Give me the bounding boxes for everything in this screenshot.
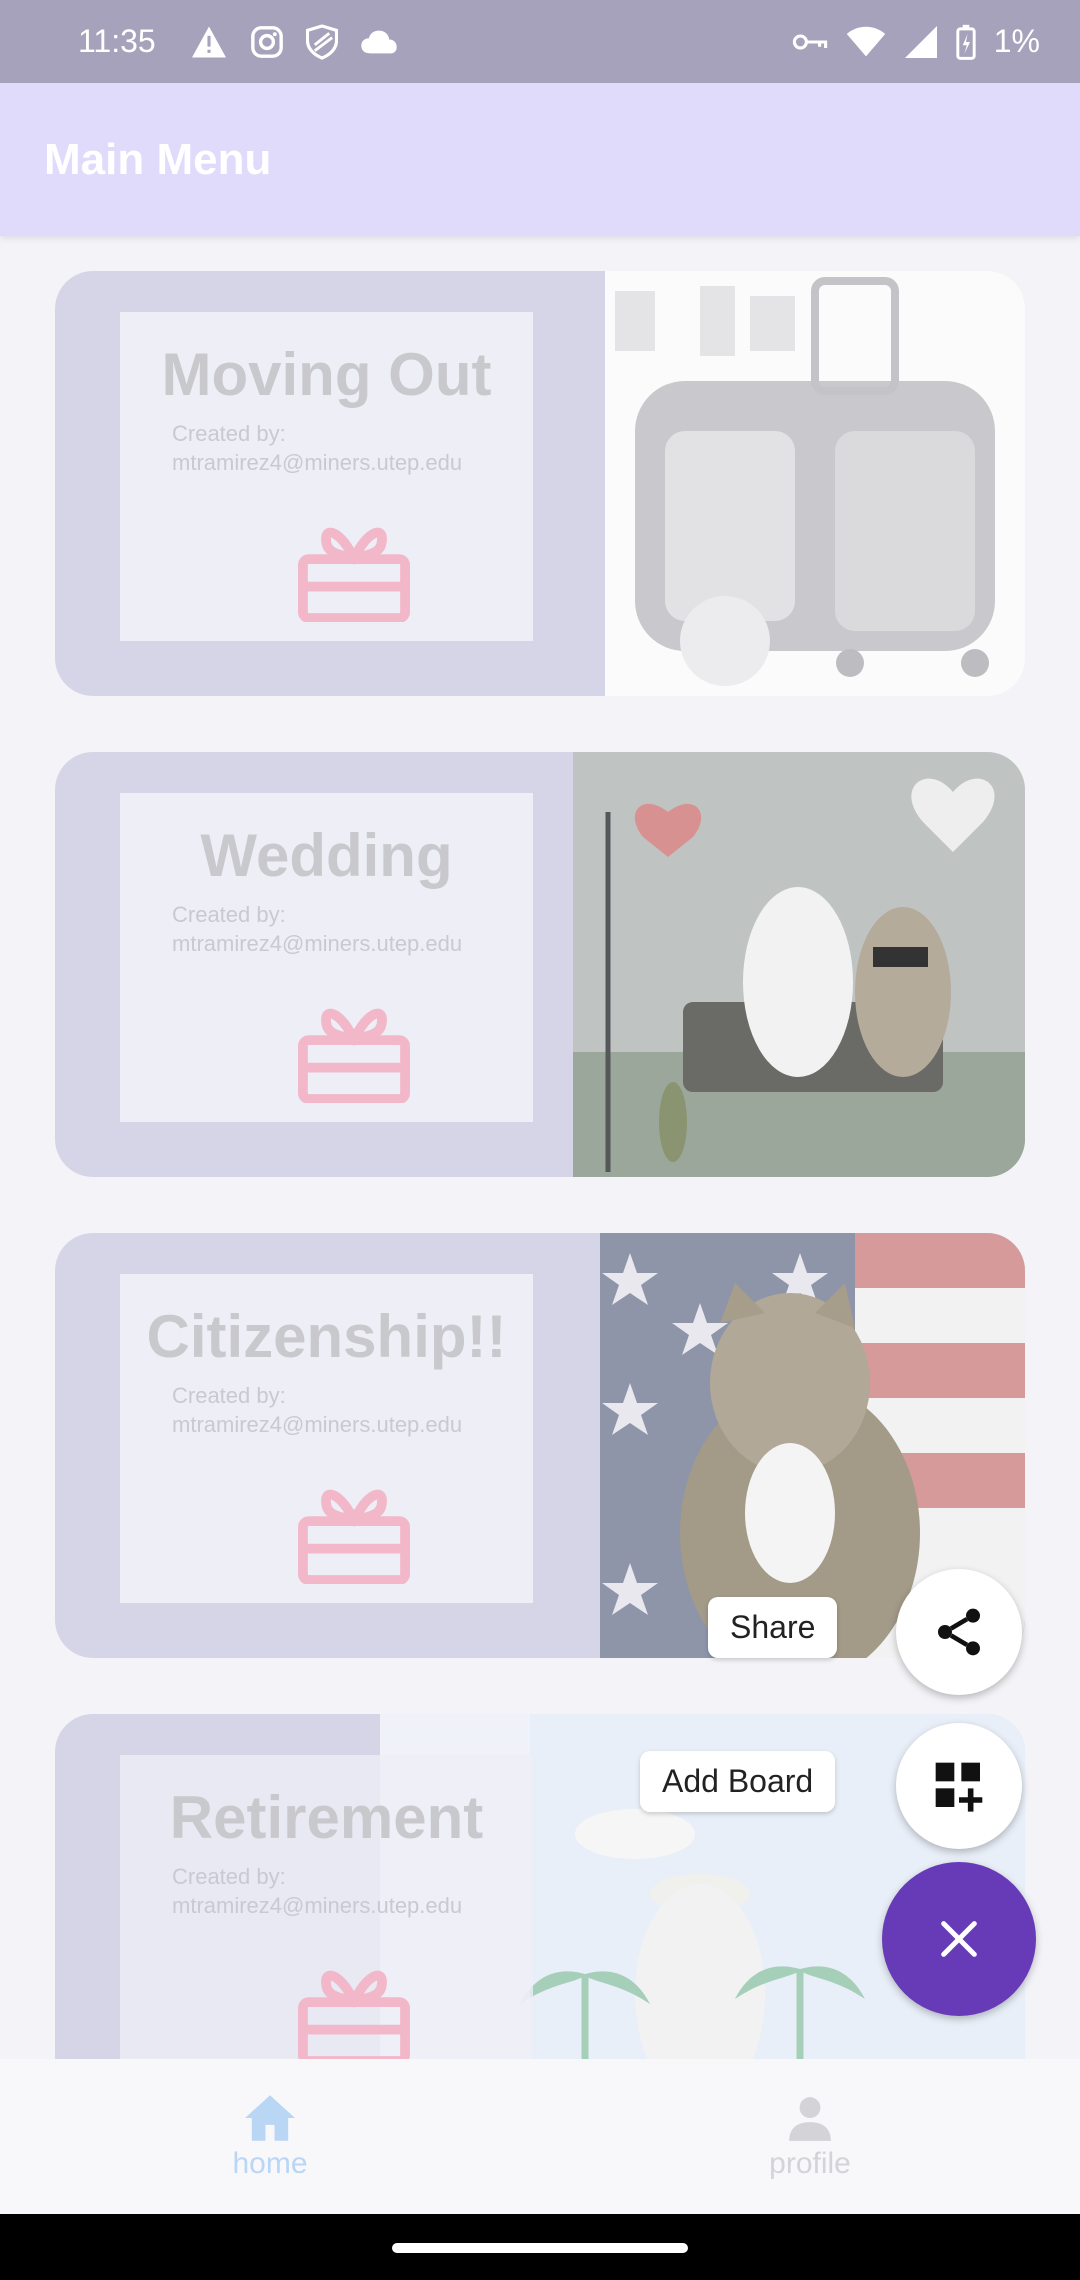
nav-label-profile: profile: [769, 2146, 851, 2180]
board-creator: Created by: mtramirez4@miners.utep.edu: [120, 1382, 533, 1439]
home-icon: [245, 2094, 295, 2141]
close-icon: [941, 1921, 977, 1957]
creator-email: mtramirez4@miners.utep.edu: [172, 930, 463, 956]
gift-icon: [298, 1970, 410, 2059]
instagram-icon: [250, 25, 283, 58]
battery-percent: 1%: [993, 23, 1040, 59]
board-card-wedding[interactable]: Wedding Created by: mtramirez4@miners.ut…: [55, 752, 1025, 1177]
nav-label-home: home: [232, 2146, 308, 2180]
board-card-info: Citizenship!! Created by: mtramirez4@min…: [120, 1274, 533, 1603]
board-creator: Created by: mtramirez4@miners.utep.edu: [120, 1863, 533, 1920]
board-card-info: Moving Out Created by: mtramirez4@miners…: [120, 312, 533, 641]
board-creator: Created by: mtramirez4@miners.utep.edu: [120, 420, 533, 477]
creator-email: mtramirez4@miners.utep.edu: [172, 449, 463, 475]
share-button[interactable]: [896, 1569, 1022, 1695]
add-board-label[interactable]: Add Board: [640, 1751, 836, 1812]
profile-icon: [789, 2096, 831, 2141]
cloud-icon: [360, 30, 397, 53]
status-icons-left: [190, 23, 398, 60]
bottom-navigation: home profile: [0, 2059, 1080, 2214]
board-title: Retirement: [169, 1784, 484, 1851]
share-icon: [938, 1608, 980, 1656]
close-fab-button[interactable]: [882, 1862, 1036, 2016]
cat-wedding-photo: [573, 752, 1025, 1177]
board-card-citizenship[interactable]: Citizenship!! Created by: mtramirez4@min…: [55, 1233, 1025, 1658]
status-icons-right: 1%: [792, 23, 1040, 60]
status-bar: 11:35 1%: [0, 0, 1080, 83]
vpn-key-icon: [792, 30, 828, 54]
board-card-info: Retirement Created by: mtramirez4@miners…: [120, 1755, 533, 2059]
share-label[interactable]: Share: [708, 1597, 838, 1658]
gift-icon: [298, 1489, 410, 1584]
board-title: Citizenship!!: [146, 1303, 507, 1370]
board-title: Moving Out: [161, 341, 492, 408]
board-title: Wedding: [200, 822, 453, 889]
shield-icon: [305, 23, 338, 60]
cat-carrier-photo: [605, 271, 1025, 696]
created-by-label: Created by:: [172, 421, 286, 446]
board-card-moving-out[interactable]: Moving Out Created by: mtramirez4@miners…: [55, 271, 1025, 696]
created-by-label: Created by:: [172, 902, 286, 927]
status-time: 11:35: [78, 23, 156, 59]
page-title: Main Menu: [44, 134, 272, 184]
add-board-icon: [935, 1762, 983, 1812]
created-by-label: Created by:: [172, 1383, 286, 1408]
add-board-button[interactable]: [896, 1723, 1022, 1849]
battery-charging-icon: [956, 24, 976, 60]
warning-icon: [191, 26, 226, 57]
nav-item-home[interactable]: home: [0, 2059, 540, 2214]
app-bar: Main Menu: [0, 83, 1080, 236]
creator-email: mtramirez4@miners.utep.edu: [172, 1892, 463, 1918]
system-navigation-bar: [0, 2214, 1080, 2280]
signal-icon: [904, 25, 938, 58]
wifi-icon: [846, 26, 886, 58]
board-card-info: Wedding Created by: mtramirez4@miners.ut…: [120, 793, 533, 1122]
creator-email: mtramirez4@miners.utep.edu: [172, 1411, 463, 1437]
gift-icon: [298, 1008, 410, 1103]
gift-icon: [298, 527, 410, 622]
created-by-label: Created by:: [172, 1864, 286, 1889]
board-creator: Created by: mtramirez4@miners.utep.edu: [120, 901, 533, 958]
board-card-retirement[interactable]: Retirement Created by: mtramirez4@miners…: [55, 1714, 1025, 2059]
gesture-handle[interactable]: [392, 2243, 688, 2253]
nav-item-profile[interactable]: profile: [540, 2059, 1080, 2214]
